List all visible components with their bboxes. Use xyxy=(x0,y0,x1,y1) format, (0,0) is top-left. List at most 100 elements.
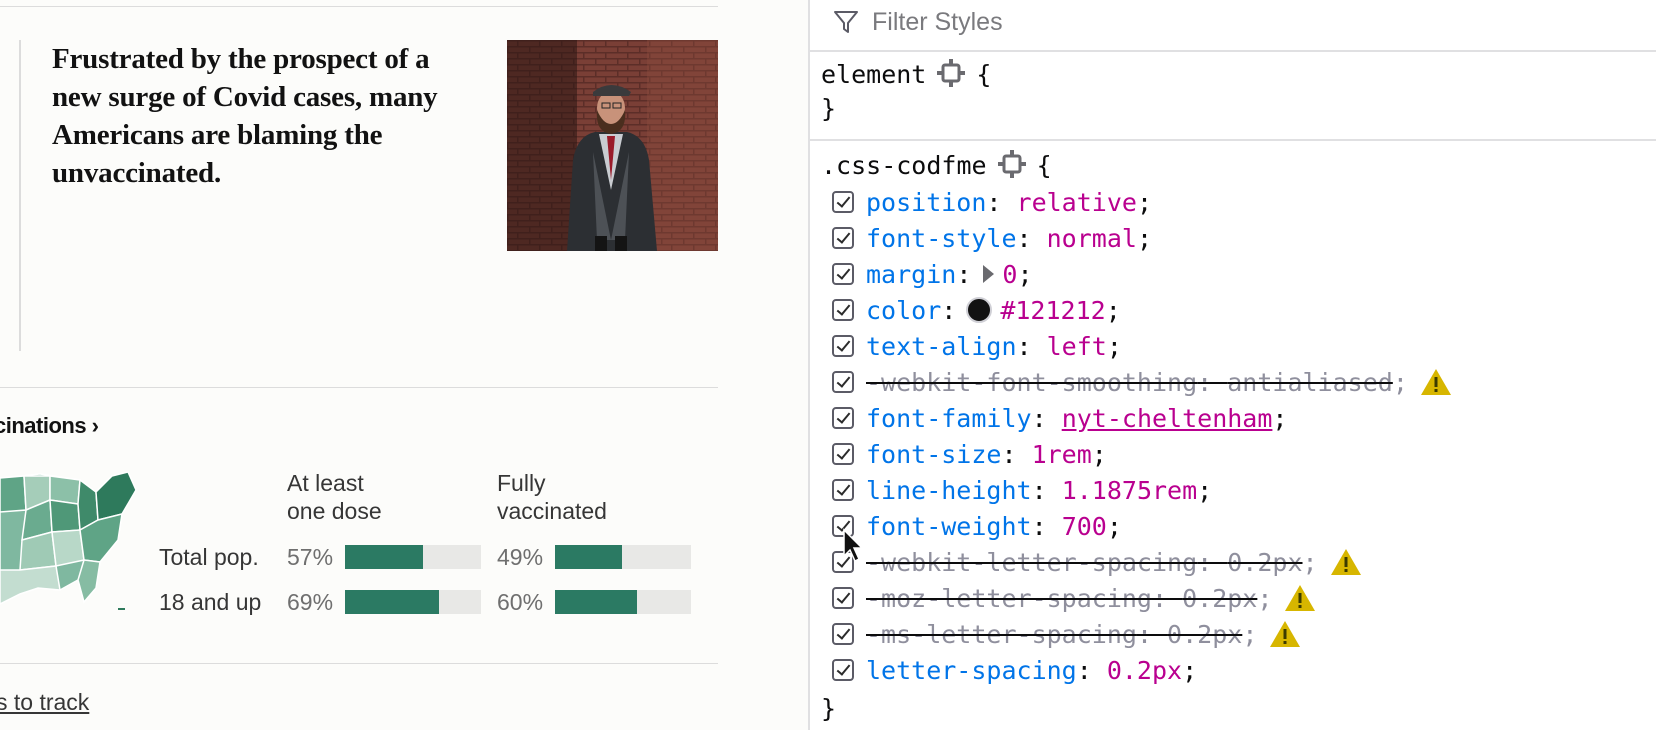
property-value[interactable]: 1.1875rem xyxy=(1062,476,1197,505)
declaration-font-size: font-size: 1rem; xyxy=(832,439,1107,469)
property-value[interactable]: 1rem xyxy=(1032,440,1092,469)
node-target-icon[interactable] xyxy=(997,149,1027,179)
class-selector-line: .css-codfme { xyxy=(821,149,1052,180)
element-selector[interactable]: element xyxy=(821,60,926,89)
property-name[interactable]: font-family xyxy=(866,404,1032,433)
property-value[interactable]: 0.2px xyxy=(1107,656,1182,685)
declaration-font-weight: font-weight: 700; xyxy=(832,511,1122,541)
property-name[interactable]: margin xyxy=(866,260,956,289)
element-selector-line: element { xyxy=(821,58,991,89)
enable-checkbox[interactable] xyxy=(832,191,854,213)
row-label-total: Total pop. xyxy=(159,544,259,570)
declaration-webkit-letter-spacing: -webkit-letter-spacing: 0.2px; xyxy=(832,547,1362,577)
property-name[interactable]: letter-spacing xyxy=(866,656,1077,685)
property-name[interactable]: font-size xyxy=(866,440,1001,469)
enable-checkbox[interactable] xyxy=(832,623,854,645)
class-rule: .css-codfme { position: relative; font-st… xyxy=(810,141,1656,730)
declaration-color: color: #121212; xyxy=(832,295,1121,325)
declaration-font-family: font-family: nyt-cheltenham; xyxy=(832,403,1287,433)
property-name[interactable]: position xyxy=(866,188,986,217)
property-name[interactable]: -ms-letter-spacing xyxy=(866,620,1137,649)
property-name[interactable]: line-height xyxy=(866,476,1032,505)
enable-checkbox[interactable] xyxy=(832,263,854,285)
declaration-moz-letter-spacing: -moz-letter-spacing: 0.2px; xyxy=(832,583,1316,613)
declaration-ms-letter-spacing: -ms-letter-spacing: 0.2px; xyxy=(832,619,1301,649)
bottom-divider xyxy=(0,663,718,664)
bar-total-at-least xyxy=(345,545,481,569)
enable-checkbox[interactable] xyxy=(832,443,854,465)
enable-checkbox[interactable] xyxy=(832,407,854,429)
property-value[interactable]: #121212 xyxy=(1000,296,1105,325)
vaccinations-link[interactable]: cinations › xyxy=(0,413,99,439)
funnel-icon xyxy=(834,11,858,33)
col-head-fully-vaccinated: Fully vaccinated xyxy=(497,469,607,525)
article-page: Frustrated by the prospect of a new surg… xyxy=(0,0,808,730)
article-left-rule xyxy=(19,40,21,351)
top-divider xyxy=(0,6,718,7)
pct-adults-at-least: 69% xyxy=(287,589,334,615)
color-swatch[interactable] xyxy=(966,297,993,323)
declaration-webkit-font-smoothing: -webkit-font-smoothing: antialiased; xyxy=(832,367,1452,397)
warning-icon[interactable] xyxy=(1284,584,1316,612)
enable-checkbox[interactable] xyxy=(832,479,854,501)
pct-adults-fully: 60% xyxy=(497,589,544,615)
property-value[interactable]: relative xyxy=(1017,188,1137,217)
property-value[interactable]: left xyxy=(1047,332,1107,361)
enable-checkbox[interactable] xyxy=(832,587,854,609)
warning-icon[interactable] xyxy=(1420,368,1452,396)
close-brace: } xyxy=(821,94,837,123)
property-name[interactable]: -webkit-font-smoothing xyxy=(866,368,1197,397)
enable-checkbox[interactable] xyxy=(832,659,854,681)
property-name[interactable]: font-style xyxy=(866,224,1017,253)
property-name[interactable]: color xyxy=(866,296,941,325)
enable-checkbox[interactable] xyxy=(832,371,854,393)
node-target-icon[interactable] xyxy=(936,58,966,88)
property-name[interactable]: text-align xyxy=(866,332,1017,361)
bar-adults-at-least xyxy=(345,590,481,614)
property-name[interactable]: -moz-letter-spacing xyxy=(866,584,1152,613)
close-brace: } xyxy=(821,694,837,723)
us-vaccination-map[interactable] xyxy=(0,470,140,615)
bar-total-fully xyxy=(555,545,691,569)
declaration-letter-spacing: letter-spacing: 0.2px; xyxy=(832,655,1197,685)
declaration-margin: margin:0; xyxy=(832,259,1033,289)
enable-checkbox[interactable] xyxy=(832,335,854,357)
section-divider xyxy=(0,387,718,388)
property-value[interactable]: 0.2px xyxy=(1167,620,1242,649)
bar-adults-fully xyxy=(555,590,691,614)
filter-styles-input[interactable] xyxy=(870,6,1374,38)
property-value[interactable]: 0 xyxy=(1002,260,1017,289)
property-value[interactable]: normal xyxy=(1047,224,1137,253)
property-name[interactable]: font-weight xyxy=(866,512,1032,541)
track-link[interactable]: s to track xyxy=(0,689,89,716)
property-value[interactable]: 700 xyxy=(1062,512,1107,541)
open-brace: { xyxy=(976,60,992,89)
expand-arrow-icon[interactable] xyxy=(983,265,995,283)
col-head-line1: Fully vaccinated xyxy=(497,470,607,524)
article-photo[interactable] xyxy=(507,40,718,251)
bar-fill xyxy=(345,590,439,614)
declaration-line-height: line-height: 1.1875rem; xyxy=(832,475,1212,505)
col-head-at-least-one-dose: At least one dose xyxy=(287,469,382,525)
mouse-pointer-icon xyxy=(843,528,864,563)
warning-icon[interactable] xyxy=(1269,620,1301,648)
col-head-line1: At least one dose xyxy=(287,470,382,524)
property-name[interactable]: -webkit-letter-spacing xyxy=(866,548,1197,577)
bar-fill xyxy=(555,590,637,614)
property-value[interactable]: 0.2px xyxy=(1227,548,1302,577)
declaration-position: position: relative; xyxy=(832,187,1152,217)
article-headline[interactable]: Frustrated by the prospect of a new surg… xyxy=(52,40,482,192)
font-link-value[interactable]: nyt-cheltenham xyxy=(1062,404,1273,433)
pct-total-at-least: 57% xyxy=(287,544,334,570)
filter-bar xyxy=(810,0,1656,52)
declaration-text-align: text-align: left; xyxy=(832,331,1122,361)
row-label-adults: 18 and up xyxy=(159,589,262,615)
bar-fill xyxy=(555,545,622,569)
class-selector[interactable]: .css-codfme xyxy=(821,151,987,180)
warning-icon[interactable] xyxy=(1330,548,1362,576)
enable-checkbox[interactable] xyxy=(832,227,854,249)
element-rule: element { } xyxy=(810,52,1656,138)
property-value[interactable]: 0.2px xyxy=(1182,584,1257,613)
enable-checkbox[interactable] xyxy=(832,299,854,321)
property-value[interactable]: antialiased xyxy=(1227,368,1393,397)
